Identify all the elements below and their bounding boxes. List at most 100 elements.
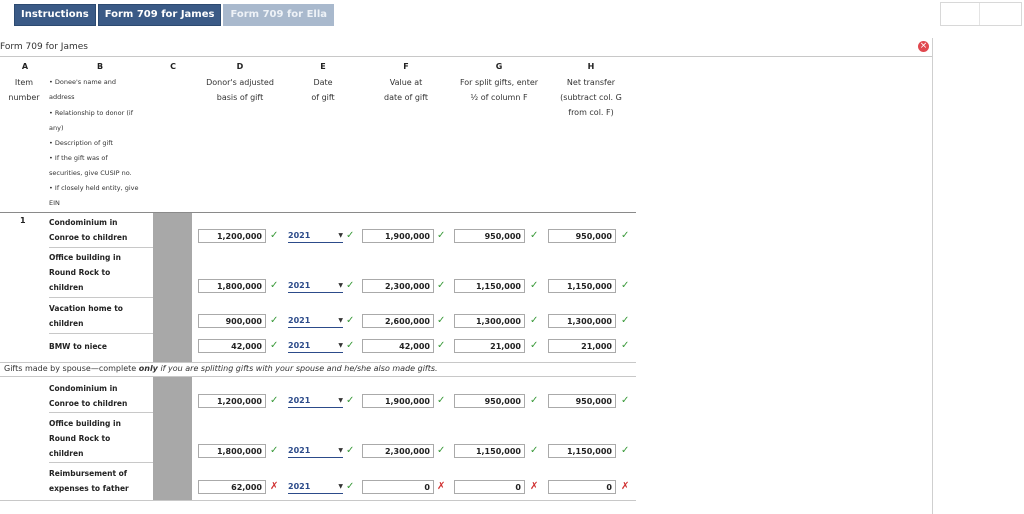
header-f-line: date of gift (384, 93, 428, 102)
panel-title: Form 709 for James (0, 42, 88, 52)
chevron-down-icon: ▼ (338, 483, 343, 490)
header-d: Donor's adjusted basis of gift (196, 75, 284, 105)
amount-input-col-h[interactable]: 0 (548, 480, 616, 494)
amount-input-col-h[interactable]: 21,000 (548, 339, 616, 353)
spouse-note: Gifts made by spouse—complete only if yo… (4, 364, 438, 373)
check-icon: ✓ (621, 445, 630, 456)
form-panel: Form 709 for James × A B C D E F G H Ite… (0, 38, 933, 514)
check-icon: ✓ (270, 445, 279, 456)
check-icon: ✓ (270, 315, 279, 326)
header-a-line: Item (14, 78, 34, 87)
divider (49, 333, 153, 334)
amount-input-col-d[interactable]: 900,000 (198, 314, 266, 328)
divider (49, 247, 153, 248)
note-emphasis: only (138, 364, 158, 373)
amount-input-col-g[interactable]: 1,300,000 (454, 314, 525, 328)
description-line: Round Rock to (49, 434, 111, 443)
check-icon: ✓ (270, 340, 279, 351)
amount-input-col-h[interactable]: 1,150,000 (548, 444, 616, 458)
close-icon[interactable]: × (918, 41, 929, 52)
col-letter-e: E (320, 62, 326, 71)
amount-input-col-d[interactable]: 1,200,000 (198, 229, 266, 243)
amount-input-col-g[interactable]: 1,150,000 (454, 279, 525, 293)
note-text: Gifts made by spouse—complete (4, 364, 139, 373)
item-number: 1 (20, 216, 26, 225)
donee-description: Office building in Round Rock to childre… (49, 416, 154, 461)
amount-input-col-d[interactable]: 1,200,000 (198, 394, 266, 408)
header-b-line: securities, give CUSIP no. (49, 169, 132, 177)
divider (0, 500, 636, 501)
amount-input-col-h[interactable]: 1,300,000 (548, 314, 616, 328)
amount-input-col-g[interactable]: 0 (454, 480, 525, 494)
amount-input-col-g[interactable]: 950,000 (454, 229, 525, 243)
date-of-gift-select[interactable]: 2021 ▼ (288, 445, 343, 458)
header-b-line: any) (49, 124, 64, 132)
date-of-gift-select[interactable]: 2021 ▼ (288, 395, 343, 408)
header-a: Item number (4, 75, 44, 105)
amount-input-col-f[interactable]: 1,900,000 (362, 394, 434, 408)
check-icon: ✓ (346, 315, 355, 326)
col-letter-g: G (495, 62, 503, 71)
divider (49, 297, 153, 298)
date-of-gift-select[interactable]: 2021 ▼ (288, 315, 343, 328)
top-right-control[interactable] (940, 2, 1022, 26)
description-line: Vacation home to (49, 304, 123, 313)
amount-input-col-h[interactable]: 1,150,000 (548, 279, 616, 293)
check-icon: ✓ (530, 280, 539, 291)
date-of-gift-select[interactable]: 2021 ▼ (288, 280, 343, 293)
header-h-line: from col. F) (568, 108, 614, 117)
amount-input-col-g[interactable]: 1,150,000 (454, 444, 525, 458)
amount-input-col-d[interactable]: 1,800,000 (198, 444, 266, 458)
col-letter-c: C (170, 62, 176, 71)
amount-input-col-h[interactable]: 950,000 (548, 394, 616, 408)
header-b-line: address (49, 93, 75, 101)
header-h: Net transfer (subtract col. G from col. … (548, 75, 634, 120)
amount-input-col-f[interactable]: 0 (362, 480, 434, 494)
amount-input-col-d[interactable]: 42,000 (198, 339, 266, 353)
note-text: if you are splitting gifts with your spo… (157, 364, 438, 373)
date-of-gift-select[interactable]: 2021 ▼ (288, 230, 343, 243)
amount-input-col-f[interactable]: 1,900,000 (362, 229, 434, 243)
divider (49, 462, 153, 463)
check-icon: ✓ (346, 445, 355, 456)
selected-year: 2021 (288, 281, 311, 290)
header-b-line: • Relationship to donor (if (49, 109, 134, 117)
tab-instructions[interactable]: Instructions (14, 4, 96, 26)
header-g-line: ½ of column F (470, 93, 528, 102)
amount-input-col-d[interactable]: 1,800,000 (198, 279, 266, 293)
header-d-line: Donor's adjusted (206, 78, 274, 87)
description-line: Office building in (49, 253, 121, 262)
check-icon: ✓ (530, 340, 539, 351)
amount-input-col-f[interactable]: 2,600,000 (362, 314, 434, 328)
description-line: children (49, 449, 84, 458)
donee-description: BMW to niece (49, 339, 154, 354)
amount-input-col-h[interactable]: 950,000 (548, 229, 616, 243)
description-line: children (49, 283, 84, 292)
amount-input-col-f[interactable]: 42,000 (362, 339, 434, 353)
tab-form-709-james[interactable]: Form 709 for James (97, 4, 222, 26)
date-of-gift-select[interactable]: 2021 ▼ (288, 481, 343, 494)
amount-input-col-g[interactable]: 21,000 (454, 339, 525, 353)
amount-input-col-d[interactable]: 62,000 (198, 480, 266, 494)
header-h-line: Net transfer (566, 78, 616, 87)
header-e: Date of gift (290, 75, 356, 105)
amount-input-col-g[interactable]: 950,000 (454, 394, 525, 408)
selected-year: 2021 (288, 482, 311, 491)
col-letter-b: B (96, 62, 104, 71)
header-b-line: • If the gift was of (49, 154, 108, 162)
tab-form-709-ella[interactable]: Form 709 for Ella (223, 4, 335, 26)
date-of-gift-select[interactable]: 2021 ▼ (288, 340, 343, 353)
header-g: For split gifts, enter ½ of column F (452, 75, 546, 105)
col-letter-d: D (236, 62, 244, 71)
check-icon: ✓ (346, 280, 355, 291)
divider (0, 212, 636, 213)
header-b-line: • Description of gift (49, 139, 113, 147)
amount-input-col-f[interactable]: 2,300,000 (362, 444, 434, 458)
check-icon: ✓ (346, 481, 355, 492)
check-icon: ✓ (437, 315, 446, 326)
check-icon: ✓ (437, 340, 446, 351)
header-e-line: Date (313, 78, 333, 87)
donee-description: Vacation home to children (49, 301, 154, 331)
amount-input-col-f[interactable]: 2,300,000 (362, 279, 434, 293)
header-e-line: of gift (311, 93, 335, 102)
